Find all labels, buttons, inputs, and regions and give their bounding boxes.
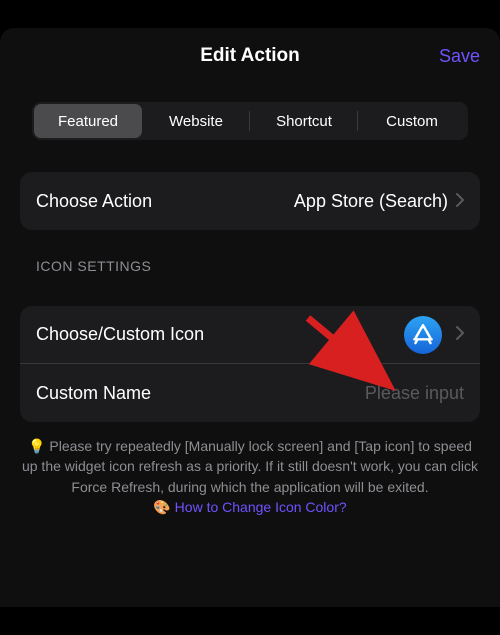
tab-segmented-control: Featured Website Shortcut Custom bbox=[32, 102, 468, 140]
custom-name-row[interactable]: Custom Name bbox=[20, 364, 480, 422]
chevron-right-icon bbox=[456, 191, 464, 212]
tab-shortcut[interactable]: Shortcut bbox=[250, 104, 358, 138]
save-button[interactable]: Save bbox=[439, 46, 480, 67]
icon-settings-group: Choose/Custom Icon Custom Name bbox=[20, 306, 480, 422]
bulb-icon: 💡 bbox=[28, 438, 45, 454]
edit-action-sheet: Edit Action Save Featured Website Shortc… bbox=[0, 28, 500, 607]
app-store-icon bbox=[404, 316, 442, 354]
chevron-right-icon bbox=[456, 324, 464, 345]
choose-action-row[interactable]: Choose Action App Store (Search) bbox=[20, 172, 480, 230]
choose-action-label: Choose Action bbox=[36, 191, 294, 212]
sheet-title: Edit Action bbox=[200, 45, 300, 67]
custom-name-input[interactable] bbox=[314, 383, 464, 404]
custom-name-label: Custom Name bbox=[36, 383, 314, 404]
change-icon-color-link[interactable]: How to Change Icon Color? bbox=[171, 499, 347, 515]
choose-icon-row[interactable]: Choose/Custom Icon bbox=[20, 306, 480, 364]
hint-text: 💡 Please try repeatedly [Manually lock s… bbox=[20, 436, 480, 517]
tab-website[interactable]: Website bbox=[142, 104, 250, 138]
action-group: Choose Action App Store (Search) bbox=[20, 172, 480, 230]
hint-body: Please try repeatedly [Manually lock scr… bbox=[22, 438, 478, 495]
sheet-header: Edit Action Save bbox=[0, 28, 500, 84]
choose-icon-label: Choose/Custom Icon bbox=[36, 324, 404, 345]
palette-icon: 🎨 bbox=[153, 499, 170, 515]
tab-custom[interactable]: Custom bbox=[358, 104, 466, 138]
tab-featured[interactable]: Featured bbox=[34, 104, 142, 138]
choose-action-value: App Store (Search) bbox=[294, 191, 448, 212]
icon-settings-header: ICON SETTINGS bbox=[36, 258, 464, 274]
